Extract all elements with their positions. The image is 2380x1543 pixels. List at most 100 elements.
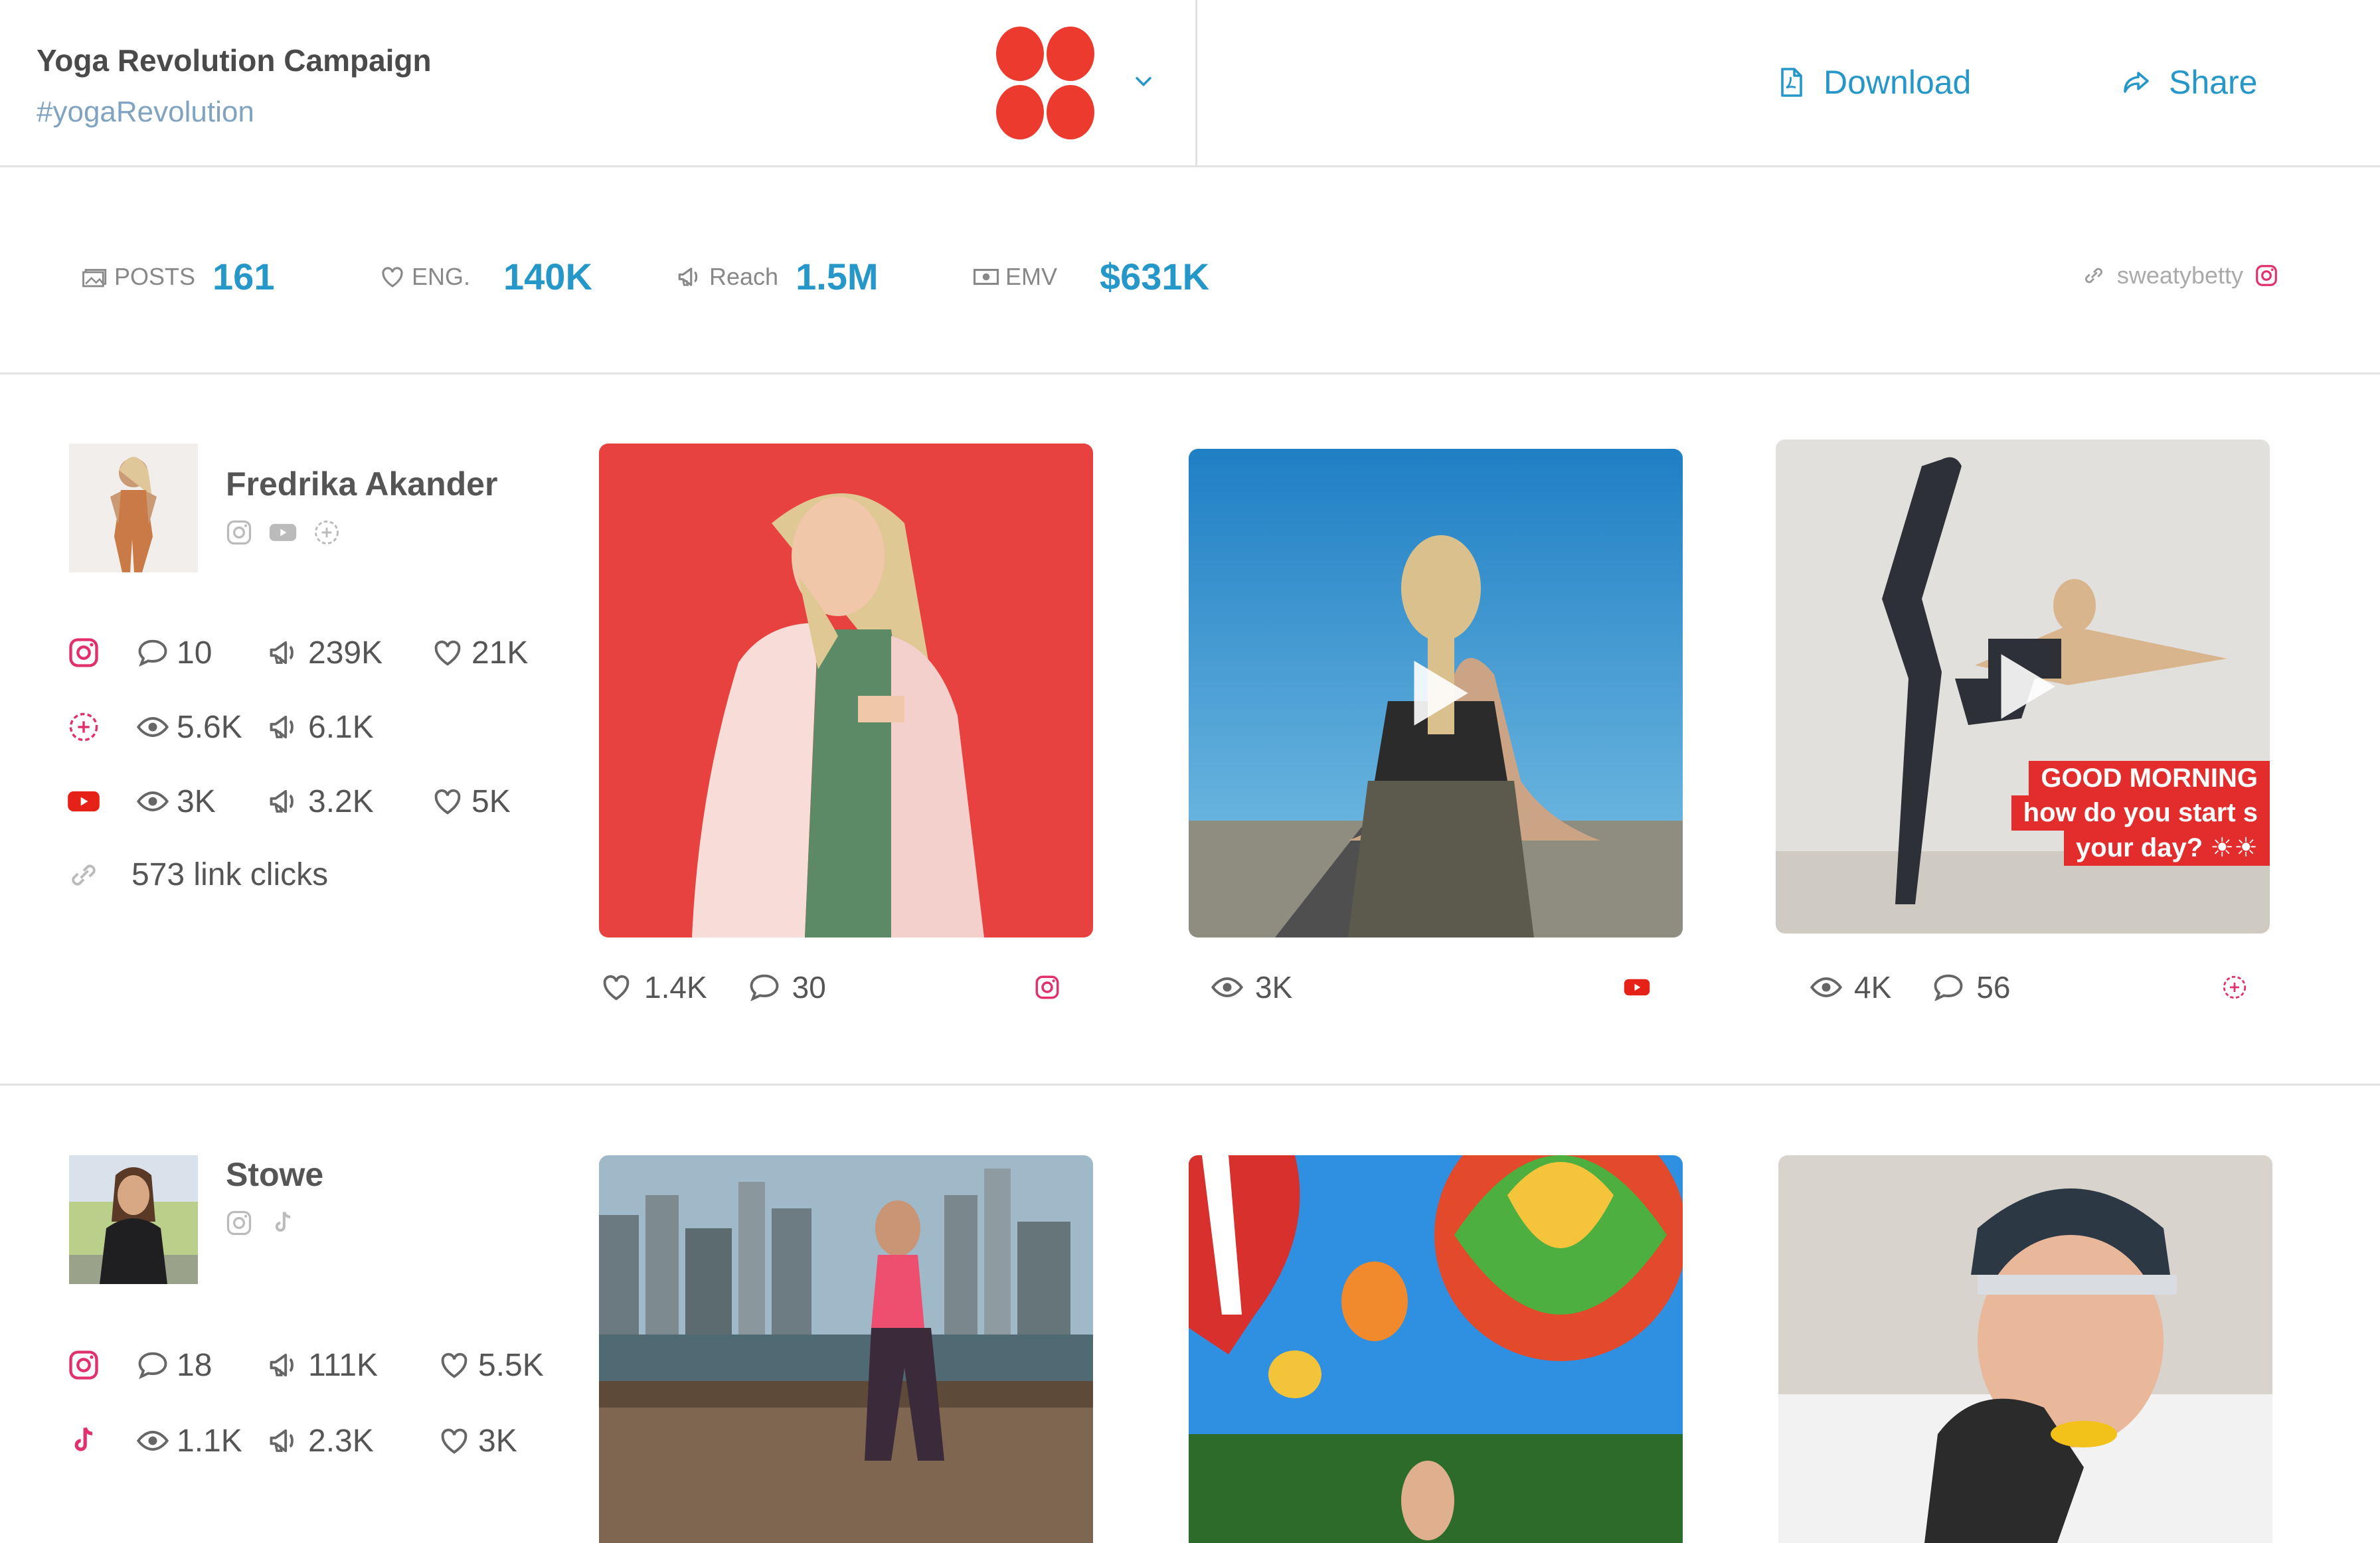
instagram-icon[interactable] <box>224 1208 254 1238</box>
campaign-hashtag: #yogaRevolution <box>37 96 254 128</box>
stat-posts: POSTS 161 <box>81 255 274 298</box>
megaphone-icon <box>270 1429 294 1453</box>
instagram-icon <box>2256 265 2277 286</box>
comment-icon <box>750 974 779 1002</box>
play-icon[interactable] <box>1393 650 1479 736</box>
stat-posts-value: 161 <box>212 256 275 297</box>
brand-link[interactable]: sweatybetty <box>2081 262 2279 289</box>
youtube-icon[interactable] <box>268 518 298 547</box>
youtube-metrics-row: 3K 3.2K 5K <box>66 781 511 821</box>
stat-emv-value: $631K <box>1100 256 1210 297</box>
post-thumbnail[interactable] <box>599 444 1093 937</box>
link-clicks-row: 573 link clicks <box>66 856 328 893</box>
share-icon <box>2124 72 2149 93</box>
influencer-name[interactable]: Fredrika Akander <box>226 465 497 503</box>
views-value: 5.6K <box>177 709 242 745</box>
post-thumbnail[interactable] <box>1189 449 1683 937</box>
megaphone-icon <box>678 267 698 286</box>
avatar[interactable] <box>69 444 198 572</box>
comments-value: 18 <box>177 1347 212 1383</box>
tiktok-metrics-row: 1.1K 2.3K 3K <box>66 1421 517 1461</box>
heart-icon <box>434 640 461 666</box>
avatar-photo <box>69 444 198 572</box>
youtube-icon <box>1624 979 1650 996</box>
views-value: 1.1K <box>177 1423 242 1459</box>
campaign-logo <box>996 27 1094 139</box>
avatar-photo <box>69 1155 198 1284</box>
eye-icon <box>136 717 169 737</box>
stories-icon <box>69 712 98 742</box>
reach-value: 3.2K <box>308 783 374 819</box>
link-icon <box>2084 268 2102 284</box>
comments-value: 56 <box>1976 970 2011 1005</box>
stat-reach-label: Reach <box>709 262 779 290</box>
eye-icon <box>1211 977 1244 997</box>
eye-icon <box>136 1431 169 1451</box>
stat-emv-label: EMV <box>1005 262 1058 290</box>
instagram-icon <box>1035 975 1059 999</box>
post-metrics: 3K <box>1210 969 1332 1005</box>
tiktok-icon[interactable] <box>268 1208 298 1238</box>
instagram-icon <box>69 638 98 667</box>
comment-icon <box>138 1352 167 1380</box>
tiktok-icon <box>74 1427 93 1451</box>
chevron-down-icon[interactable] <box>1132 70 1155 92</box>
influencer-socials <box>224 1208 298 1238</box>
instagram-icon[interactable] <box>224 518 254 547</box>
reach-value: 111K <box>308 1347 378 1383</box>
divider <box>1195 0 1197 167</box>
stat-posts-label: POSTS <box>114 262 196 290</box>
comments-value: 30 <box>792 970 826 1005</box>
stories-icon[interactable] <box>312 518 341 547</box>
stat-engagement-label: ENG. <box>412 262 471 290</box>
posts-icon <box>82 268 107 287</box>
post-thumbnail[interactable] <box>1189 1155 1683 1543</box>
link-icon <box>72 864 96 886</box>
download-button[interactable]: Download <box>1774 63 1971 102</box>
comment-icon <box>1934 974 1963 1002</box>
comment-icon <box>138 639 167 667</box>
post-metrics: 1.4K 30 <box>599 969 866 1005</box>
likes-value: 5.5K <box>478 1347 544 1383</box>
instagram-metrics-row: 18 111K 5.5K <box>66 1345 544 1385</box>
views-value: 4K <box>1854 970 1892 1005</box>
post-thumbnail[interactable] <box>1778 1155 2272 1543</box>
likes-value: 3K <box>478 1423 517 1459</box>
story-text-line: GOOD MORNING <box>2029 761 2270 796</box>
post-thumbnail[interactable]: GOOD MORNING how do you start s your day… <box>1776 440 2270 934</box>
stat-engagement: ENG. 140K <box>379 255 592 298</box>
post-image <box>599 444 1093 937</box>
likes-value: 1.4K <box>644 970 707 1005</box>
post-image <box>1189 1155 1683 1543</box>
instagram-icon <box>69 1350 98 1380</box>
influencer-name[interactable]: Stowe <box>226 1155 323 1194</box>
heart-icon <box>603 975 630 1001</box>
money-icon <box>973 268 999 285</box>
reach-value: 6.1K <box>308 709 374 745</box>
stat-reach-value: 1.5M <box>796 256 879 297</box>
play-icon[interactable] <box>1980 643 2066 730</box>
megaphone-icon <box>270 789 294 813</box>
top-bar: Yoga Revolution Campaign #yogaRevolution… <box>0 0 2380 167</box>
eye-icon <box>1810 977 1843 997</box>
heart-icon <box>441 1352 468 1378</box>
avatar[interactable] <box>69 1155 198 1284</box>
megaphone-icon <box>270 1353 294 1377</box>
share-label: Share <box>2169 64 2258 101</box>
heart-icon <box>434 789 461 815</box>
stories-metrics-row: 5.6K 6.1K <box>66 707 374 747</box>
post-image <box>1778 1155 2272 1543</box>
campaign-title: Yoga Revolution Campaign <box>37 43 432 78</box>
stat-engagement-value: 140K <box>503 256 592 297</box>
pdf-icon <box>1781 68 1802 97</box>
post-image <box>599 1155 1093 1543</box>
share-button[interactable]: Share <box>2120 63 2257 102</box>
influencer-socials <box>224 518 341 547</box>
story-text-line: how do you start s <box>2011 795 2270 831</box>
likes-value: 21K <box>471 635 529 671</box>
views-value: 3K <box>177 783 216 819</box>
heart-icon <box>441 1428 468 1454</box>
stat-emv: EMV $631K <box>972 255 1209 298</box>
stat-reach: Reach 1.5M <box>676 255 879 298</box>
post-thumbnail[interactable] <box>599 1155 1093 1543</box>
